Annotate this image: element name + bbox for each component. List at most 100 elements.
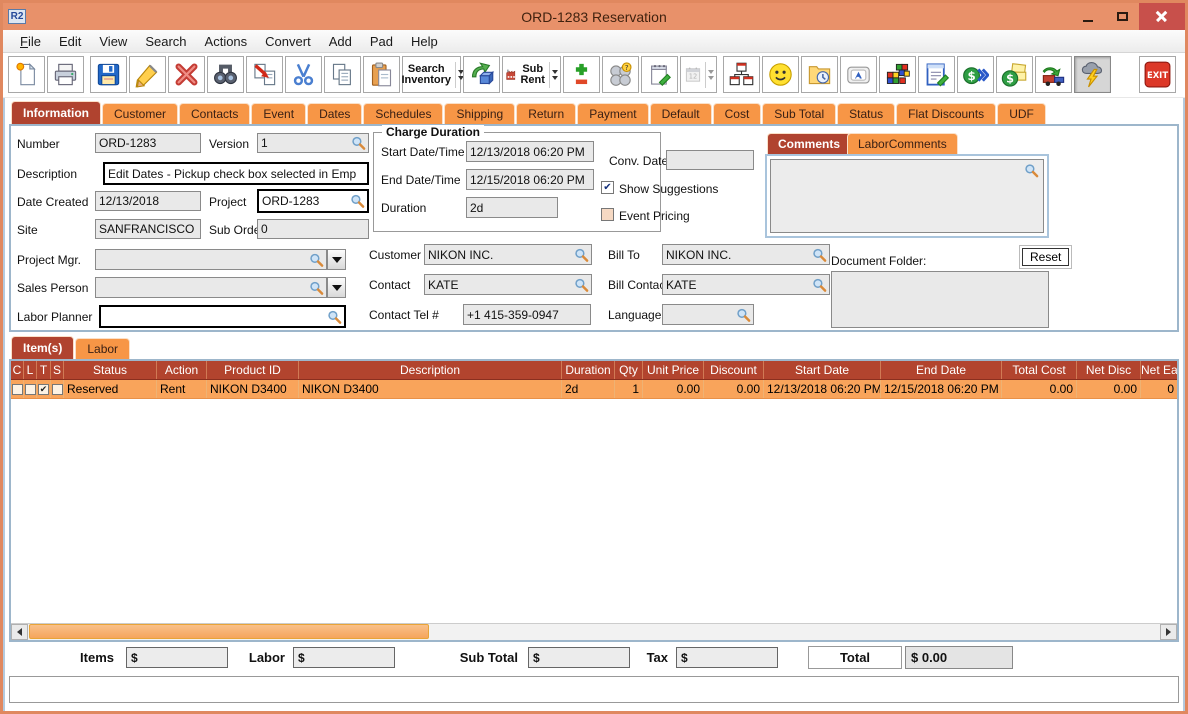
col-description[interactable]: Description bbox=[299, 361, 562, 379]
close-button[interactable] bbox=[1139, 3, 1185, 30]
billing-notes-button[interactable]: $ bbox=[996, 56, 1033, 93]
tab-status[interactable]: Status bbox=[837, 103, 895, 124]
maximize-button[interactable] bbox=[1105, 3, 1139, 30]
quick-invoice-button[interactable]: $ bbox=[957, 56, 994, 93]
copy-order-button[interactable] bbox=[246, 56, 283, 93]
col-duration[interactable]: Duration bbox=[562, 361, 615, 379]
col-c[interactable]: C bbox=[11, 361, 24, 379]
tab-customer[interactable]: Customer bbox=[102, 103, 178, 124]
edit-document-button[interactable] bbox=[918, 56, 955, 93]
date-created-field[interactable]: 12/13/2018 bbox=[95, 191, 201, 211]
menu-actions[interactable]: Actions bbox=[196, 32, 257, 51]
search-icon[interactable] bbox=[574, 277, 589, 292]
reset-button[interactable]: Reset bbox=[1022, 248, 1069, 266]
col-unit-price[interactable]: Unit Price bbox=[643, 361, 704, 379]
group-items-button[interactable]: ? bbox=[602, 56, 639, 93]
col-action[interactable]: Action bbox=[157, 361, 207, 379]
search-icon[interactable] bbox=[574, 247, 589, 262]
end-datetime-field[interactable]: 12/15/2018 06:20 PM bbox=[466, 169, 594, 190]
calendar-dropdown[interactable] bbox=[705, 62, 714, 88]
col-product-id[interactable]: Product ID bbox=[207, 361, 299, 379]
site-field[interactable]: SANFRANCISCO bbox=[95, 219, 201, 239]
menu-edit[interactable]: Edit bbox=[50, 32, 90, 51]
tab-cost[interactable]: Cost bbox=[713, 103, 762, 124]
calendar-button[interactable]: 12 bbox=[680, 56, 717, 93]
new-document-button[interactable] bbox=[8, 56, 45, 93]
event-pricing-checkbox[interactable] bbox=[601, 208, 614, 221]
col-t[interactable]: T bbox=[37, 361, 51, 379]
tab-udf[interactable]: UDF bbox=[997, 103, 1046, 124]
total-value-field[interactable]: $ 0.00 bbox=[905, 646, 1013, 669]
shortcut-key-button[interactable] bbox=[840, 56, 877, 93]
menu-search[interactable]: Search bbox=[136, 32, 195, 51]
row-check-c[interactable] bbox=[12, 384, 23, 395]
search-icon[interactable] bbox=[309, 252, 324, 267]
add-remove-button[interactable] bbox=[563, 56, 600, 93]
tab-comments[interactable]: Comments bbox=[767, 133, 851, 154]
scrollbar-thumb[interactable] bbox=[29, 624, 429, 639]
print-button[interactable] bbox=[47, 56, 84, 93]
description-field[interactable]: Edit Dates - Pickup check box selected i… bbox=[103, 162, 369, 185]
search-icon[interactable] bbox=[1024, 163, 1039, 178]
col-net-disc[interactable]: Net Disc bbox=[1077, 361, 1141, 379]
labor-planner-field[interactable] bbox=[99, 305, 346, 328]
tab-sub-total[interactable]: Sub Total bbox=[762, 103, 836, 124]
comments-box[interactable] bbox=[770, 159, 1044, 233]
labor-total-field[interactable]: $ bbox=[293, 647, 395, 668]
paste-button[interactable] bbox=[363, 56, 400, 93]
row-check-t[interactable] bbox=[38, 384, 49, 395]
sub-orders-field[interactable]: 0 bbox=[257, 219, 369, 239]
scrollbar-track[interactable] bbox=[28, 624, 1160, 640]
col-status[interactable]: Status bbox=[64, 361, 157, 379]
table-row[interactable]: Reserved Rent NIKON D3400 NIKON D3400 2d… bbox=[11, 380, 1177, 399]
row-check-l[interactable] bbox=[25, 384, 36, 395]
duration-field[interactable]: 2d bbox=[466, 197, 558, 218]
project-field[interactable]: ORD-1283 bbox=[257, 189, 369, 213]
items-total-field[interactable]: $ bbox=[126, 647, 228, 668]
sub-rent-button[interactable]: Sub Rent bbox=[502, 56, 561, 93]
convert-button[interactable] bbox=[463, 56, 500, 93]
order-tree-button[interactable] bbox=[723, 56, 760, 93]
copy-button[interactable] bbox=[324, 56, 361, 93]
minimize-button[interactable] bbox=[1071, 3, 1105, 30]
menu-help[interactable]: Help bbox=[402, 32, 447, 51]
delete-button[interactable] bbox=[168, 56, 205, 93]
save-button[interactable] bbox=[90, 56, 127, 93]
find-button[interactable] bbox=[207, 56, 244, 93]
bill-to-field[interactable]: NIKON INC. bbox=[662, 244, 830, 265]
search-icon[interactable] bbox=[736, 307, 751, 322]
search-inventory-button[interactable]: SearchInventory bbox=[402, 56, 461, 93]
show-suggestions-checkbox[interactable] bbox=[601, 181, 614, 194]
project-mgr-field[interactable] bbox=[95, 249, 327, 270]
tab-dates[interactable]: Dates bbox=[307, 103, 362, 124]
search-icon[interactable] bbox=[812, 247, 827, 262]
tab-flat-discounts[interactable]: Flat Discounts bbox=[896, 103, 996, 124]
title-bar[interactable]: R2 ORD-1283 Reservation bbox=[3, 3, 1185, 30]
customer-button[interactable] bbox=[762, 56, 799, 93]
col-end-date[interactable]: End Date bbox=[881, 361, 1002, 379]
tab-return[interactable]: Return bbox=[516, 103, 576, 124]
tab-labor[interactable]: Labor bbox=[75, 338, 130, 359]
notes-button[interactable] bbox=[641, 56, 678, 93]
tab-shipping[interactable]: Shipping bbox=[444, 103, 515, 124]
col-discount[interactable]: Discount bbox=[704, 361, 764, 379]
col-total-cost[interactable]: Total Cost bbox=[1002, 361, 1077, 379]
col-net-ea[interactable]: Net Ea bbox=[1141, 361, 1177, 379]
customer-field[interactable]: NIKON INC. bbox=[424, 244, 592, 265]
version-field[interactable]: 1 bbox=[257, 133, 369, 153]
tab-labor-comments[interactable]: LaborComments bbox=[847, 133, 958, 154]
inventory-cubes-button[interactable] bbox=[879, 56, 916, 93]
row-check-s[interactable] bbox=[52, 384, 63, 395]
bill-contact-field[interactable]: KATE bbox=[662, 274, 830, 295]
quick-action-button[interactable] bbox=[1074, 56, 1111, 93]
sub-rent-dropdown[interactable] bbox=[549, 62, 558, 88]
menu-add[interactable]: Add bbox=[320, 32, 361, 51]
cut-button[interactable] bbox=[285, 56, 322, 93]
tab-default[interactable]: Default bbox=[650, 103, 712, 124]
search-icon[interactable] bbox=[351, 136, 366, 151]
conv-date-field[interactable] bbox=[666, 150, 754, 170]
search-icon[interactable] bbox=[812, 277, 827, 292]
delivery-truck-button[interactable] bbox=[1035, 56, 1072, 93]
menu-pad[interactable]: Pad bbox=[361, 32, 402, 51]
col-l[interactable]: L bbox=[24, 361, 37, 379]
